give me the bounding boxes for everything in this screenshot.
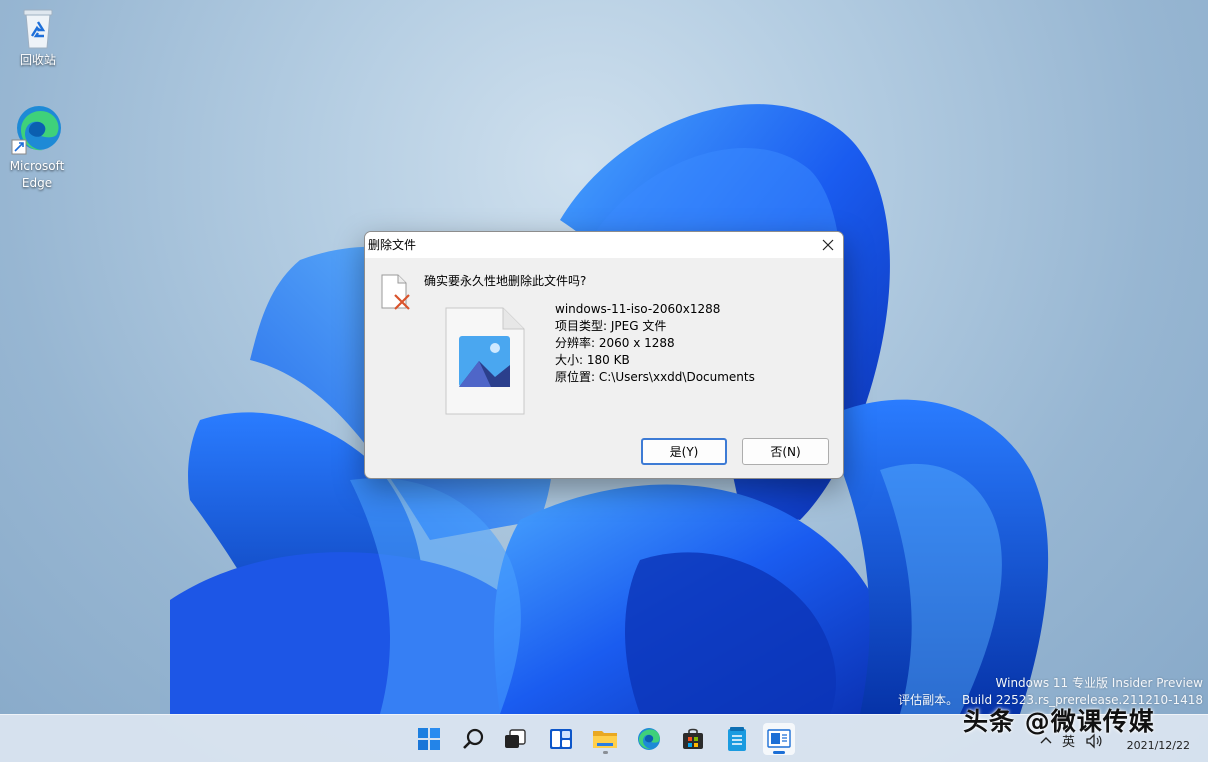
notepad-icon <box>728 727 746 751</box>
close-icon <box>822 239 834 251</box>
control-panel-icon <box>767 729 791 748</box>
yes-button[interactable]: 是(Y) <box>641 438 727 465</box>
recycle-bin-icon <box>23 9 53 49</box>
start-icon <box>418 728 440 750</box>
running-indicator <box>773 751 785 754</box>
control-panel-button[interactable] <box>763 723 795 755</box>
clock[interactable]: 2021/12/22 <box>1127 737 1190 754</box>
file-type: 项目类型: JPEG 文件 <box>555 319 667 333</box>
dialog-titlebar[interactable]: 删除文件 <box>365 232 843 258</box>
watermark-edition: Windows 11 专业版 Insider Preview <box>995 676 1203 690</box>
store-icon <box>683 728 703 749</box>
store-button[interactable] <box>677 723 709 755</box>
delete-file-icon <box>381 274 410 310</box>
widgets-icon <box>550 729 572 749</box>
task-view-icon <box>505 729 526 748</box>
file-location: 原位置: C:\Users\xxdd\Documents <box>555 370 755 384</box>
desktop-icon-label: 回收站 <box>19 53 56 67</box>
search-button[interactable] <box>457 723 489 755</box>
dialog-question: 确实要永久性地删除此文件吗? <box>424 274 587 288</box>
file-resolution: 分辨率: 2060 x 1288 <box>555 336 675 350</box>
edge-icon <box>638 728 660 750</box>
file-size: 大小: 180 KB <box>555 353 630 367</box>
file-info: windows-11-iso-2060x1288 项目类型: JPEG 文件 分… <box>555 301 755 386</box>
desktop-icon-recycle-bin[interactable]: 回收站 <box>2 6 74 69</box>
brand-overlay: 头条 @微课传媒 <box>963 707 1155 736</box>
close-button[interactable] <box>813 232 843 258</box>
file-explorer-button[interactable] <box>589 723 621 755</box>
file-explorer-icon <box>593 731 617 748</box>
jpeg-file-thumbnail <box>445 307 525 415</box>
start-button[interactable] <box>413 723 445 755</box>
dialog-title: 删除文件 <box>368 238 417 252</box>
notepad-button[interactable] <box>721 723 753 755</box>
edge-icon <box>11 106 61 155</box>
edge-taskbar-button[interactable] <box>633 723 665 755</box>
desktop-icon-edge[interactable]: Microsoft Edge <box>1 104 73 192</box>
running-indicator <box>603 751 608 754</box>
task-view-button[interactable] <box>499 723 531 755</box>
desktop-icon-label: Microsoft <box>9 159 65 173</box>
no-button[interactable]: 否(N) <box>742 438 829 465</box>
desktop-icon-label: Edge <box>21 176 53 190</box>
widgets-button[interactable] <box>545 723 577 755</box>
delete-file-dialog: 删除文件 确实要永久性地删除此文件吗? windows-11-iso-2060x… <box>364 231 844 479</box>
file-name: windows-11-iso-2060x1288 <box>555 302 721 316</box>
clock-date: 2021/12/22 <box>1126 739 1190 752</box>
search-icon <box>463 728 484 749</box>
